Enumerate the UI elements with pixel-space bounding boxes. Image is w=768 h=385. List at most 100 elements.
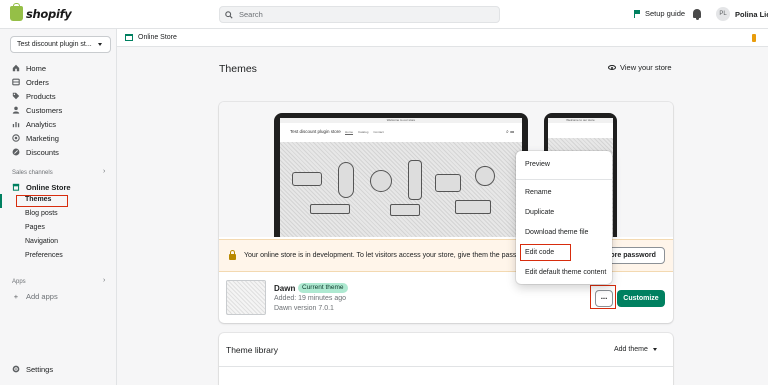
store-name: Test discount plugin st... — [17, 41, 92, 48]
top-bar: shopify Search Setup guide PL Polina Lio… — [0, 0, 768, 29]
theme-thumbnail — [226, 280, 266, 315]
pin-icon[interactable] — [752, 34, 756, 42]
hero-object — [338, 162, 354, 198]
mobile-announcement: Welcome to our store — [548, 118, 613, 123]
sidebar-item-label: Discounts — [26, 147, 59, 157]
search-placeholder: Search — [239, 10, 263, 19]
bar-chart-icon — [12, 120, 20, 128]
sidebar-item-products[interactable]: Products — [12, 90, 56, 102]
eye-icon — [608, 65, 616, 70]
add-theme-button[interactable]: Add theme — [614, 346, 657, 353]
search-input[interactable]: Search — [219, 6, 500, 23]
theme-library-title: Theme library — [226, 345, 278, 355]
chevron-right-icon[interactable]: › — [103, 277, 105, 284]
setup-guide-button[interactable]: Setup guide — [634, 9, 685, 18]
menu-item-duplicate[interactable]: Duplicate — [525, 209, 554, 216]
store-icon — [125, 34, 133, 41]
breadcrumb: Online Store — [117, 29, 768, 47]
brand-name: shopify — [26, 6, 72, 21]
hero-object — [292, 172, 322, 186]
plus-icon: + — [13, 291, 19, 301]
sidebar-item-label: Orders — [26, 77, 49, 87]
sidebar-item-analytics[interactable]: Analytics — [12, 118, 56, 130]
desktop-announcement: Welcome to our store — [280, 118, 522, 123]
tag-icon — [12, 92, 20, 100]
sidebar-item-blog-posts[interactable]: Blog posts — [25, 210, 58, 217]
menu-divider — [516, 179, 612, 180]
sidebar-item-label: Customers — [26, 105, 63, 115]
home-icon — [12, 64, 20, 72]
desktop-nav-item: Catalog — [358, 130, 369, 134]
sales-channels-label: Sales channels — [12, 170, 53, 176]
desktop-preview: Welcome to our store Test discount plugi… — [274, 113, 528, 237]
target-icon — [12, 134, 20, 142]
shopify-logo[interactable]: shopify — [10, 3, 72, 21]
sidebar-item-label: Marketing — [26, 133, 59, 143]
add-theme-label: Add theme — [614, 346, 648, 353]
hero-object — [390, 204, 420, 216]
divider — [219, 366, 673, 367]
sidebar-item-label: Add apps — [26, 291, 58, 301]
flag-icon — [634, 9, 641, 18]
apps-label: Apps — [12, 279, 26, 285]
sidebar-item-navigation[interactable]: Navigation — [25, 238, 58, 245]
sidebar-item-label: Home — [26, 63, 47, 73]
hero-object — [310, 204, 350, 214]
hero-object — [408, 160, 422, 200]
user-name[interactable]: Polina Lioli — [735, 10, 768, 19]
sidebar-item-add-apps[interactable]: + Add apps — [12, 290, 58, 302]
sidebar-item-home[interactable]: Home — [12, 62, 46, 74]
lock-icon — [229, 250, 236, 260]
theme-added-time: Added: 19 minutes ago — [274, 295, 346, 302]
menu-item-edit-default-theme-content[interactable]: Edit default theme content — [525, 269, 606, 276]
banner-text: Your online store is in development. To … — [244, 252, 526, 259]
hero-object — [370, 170, 392, 192]
store-icon — [12, 183, 20, 191]
sidebar-item-marketing[interactable]: Marketing — [12, 132, 59, 144]
edit-code-highlight-box — [520, 244, 571, 261]
shopify-bag-icon — [10, 3, 23, 21]
sidebar-item-online-store[interactable]: Online Store — [12, 181, 71, 193]
hero-image — [280, 142, 522, 237]
bell-icon[interactable] — [693, 9, 701, 20]
theme-actions-menu: Preview Rename Duplicate Download theme … — [516, 151, 612, 284]
view-store-label: View your store — [620, 63, 672, 72]
desktop-header-icons: ⌕ ▭ — [506, 129, 514, 135]
breadcrumb-label[interactable]: Online Store — [138, 34, 177, 41]
menu-item-preview[interactable]: Preview — [525, 161, 550, 168]
sidebar-item-label: Analytics — [26, 119, 57, 129]
active-indicator — [0, 194, 2, 208]
avatar[interactable]: PL — [716, 7, 730, 21]
store-selector[interactable]: Test discount plugin st... — [10, 36, 111, 53]
sidebar-item-customers[interactable]: Customers — [12, 104, 62, 116]
chevron-right-icon[interactable]: › — [103, 168, 105, 175]
sidebar-item-label: Online Store — [26, 182, 71, 192]
desktop-nav-item: Contact — [373, 130, 384, 134]
hero-object — [475, 166, 495, 186]
theme-name: Dawn — [274, 284, 296, 293]
orders-icon — [12, 78, 20, 86]
themes-highlight-box — [16, 195, 68, 207]
desktop-screen: Welcome to our store Test discount plugi… — [280, 118, 522, 237]
menu-item-rename[interactable]: Rename — [525, 189, 551, 196]
menu-item-download-theme-file[interactable]: Download theme file — [525, 229, 588, 236]
sidebar-item-label: Products — [26, 91, 56, 101]
page-title: Themes — [219, 63, 257, 75]
search-icon — [225, 10, 233, 19]
sidebar-item-settings[interactable]: Settings — [12, 363, 53, 375]
status-badge: Current theme — [298, 283, 348, 293]
sidebar-item-discounts[interactable]: Discounts — [12, 146, 59, 158]
sidebar-item-pages[interactable]: Pages — [25, 224, 45, 231]
sidebar-item-preferences[interactable]: Preferences — [25, 252, 63, 259]
theme-version: Dawn version 7.0.1 — [274, 305, 334, 312]
customize-button[interactable]: Customize — [617, 290, 665, 307]
sidebar-item-label: Settings — [26, 364, 54, 374]
sidebar-item-orders[interactable]: Orders — [12, 76, 49, 88]
desktop-nav: Home Catalog Contact — [345, 130, 384, 134]
person-icon — [12, 106, 20, 114]
setup-guide-label: Setup guide — [645, 9, 686, 18]
view-store-link[interactable]: View your store — [608, 63, 672, 72]
desktop-store-name: Test discount plugin store — [290, 129, 341, 134]
discount-icon — [12, 148, 20, 156]
hero-object — [435, 174, 461, 192]
